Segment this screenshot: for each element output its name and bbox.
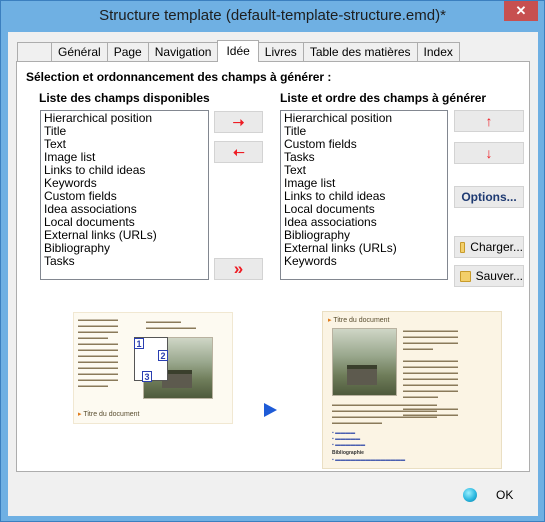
options-label: Options... bbox=[461, 190, 517, 204]
load-label: Charger... bbox=[470, 240, 523, 254]
list-item[interactable]: Title bbox=[44, 125, 205, 138]
remove-field-button[interactable]: ➝ bbox=[214, 141, 263, 163]
preview-after: ▸ Titre du document ▬▬▬▬▬▬▬▬▬▬▬ ▬▬▬▬▬▬▬▬▬… bbox=[322, 311, 502, 469]
tab-blank[interactable] bbox=[17, 42, 52, 62]
save-button[interactable]: Sauver... bbox=[454, 265, 524, 287]
arrow-up-icon: ↑ bbox=[485, 113, 493, 129]
tab-panel-idee: Sélection et ordonnancement des champs à… bbox=[16, 61, 530, 472]
preview-left-link: ▸ Titre du document bbox=[78, 410, 140, 418]
list-item[interactable]: Hierarchical position bbox=[284, 112, 444, 125]
tab-navigation[interactable]: Navigation bbox=[147, 42, 219, 62]
section-heading: Sélection et ordonnancement des champs à… bbox=[26, 70, 332, 84]
badge-2: 2 bbox=[158, 350, 168, 361]
list-item[interactable]: Hierarchical position bbox=[44, 112, 205, 125]
add-field-button[interactable]: ➝ bbox=[214, 111, 263, 133]
selected-fields-title: Liste et ordre des champs à générer bbox=[280, 91, 487, 105]
close-button[interactable]: ✕ bbox=[504, 1, 538, 21]
folder-save-icon bbox=[460, 270, 471, 282]
preview-left-link-text: Titre du document bbox=[83, 411, 140, 418]
arrow-left-icon: ➝ bbox=[232, 143, 245, 160]
move-down-button[interactable]: ↓ bbox=[454, 142, 524, 164]
list-item[interactable]: Tasks bbox=[284, 151, 444, 164]
ok-button[interactable]: OK bbox=[496, 488, 513, 502]
tab-bar: Général Page Navigation Idée Livres Tabl… bbox=[17, 40, 460, 62]
tab-general[interactable]: Général bbox=[51, 42, 108, 62]
triangle-bullet-icon: ▸ bbox=[78, 411, 82, 418]
available-fields-title: Liste des champs disponibles bbox=[39, 91, 210, 105]
preview-right-paragraph: ▬▬▬▬▬▬▬▬▬▬▬▬▬▬▬▬▬▬▬▬▬ ▬▬▬▬▬▬▬▬▬▬▬▬▬▬▬▬▬▬▬… bbox=[332, 402, 437, 426]
preview-text-block: ▬▬▬▬▬▬▬▬ ▬▬▬▬▬▬▬▬ ▬▬▬▬▬▬▬▬ ▬▬▬▬▬▬ ▬▬▬▬▬▬▬▬ ▬▬… bbox=[78, 317, 118, 389]
options-button[interactable]: Options... bbox=[454, 186, 524, 208]
badge-3: 3 bbox=[142, 371, 152, 382]
preview-caption: ▬▬▬▬▬▬▬ ▬▬▬▬▬▬▬▬▬▬ bbox=[146, 319, 196, 331]
load-button[interactable]: Charger... bbox=[454, 236, 524, 258]
house-shape bbox=[347, 365, 377, 385]
preview-right-title-text: Titre du document bbox=[333, 317, 390, 324]
ok-icon bbox=[463, 488, 477, 502]
tab-idee[interactable]: Idée bbox=[217, 40, 259, 62]
list-item[interactable]: Tasks bbox=[44, 255, 205, 268]
double-arrow-right-icon: » bbox=[233, 259, 244, 278]
window-title: Structure template (default-template-str… bbox=[99, 7, 446, 24]
preview-bibliography-label: Bibliographie bbox=[332, 450, 364, 456]
folder-open-icon bbox=[460, 241, 466, 253]
preview-right-title: ▸ Titre du document bbox=[328, 316, 390, 324]
preview-photo-right bbox=[332, 328, 397, 396]
arrow-down-icon: ↓ bbox=[485, 145, 493, 161]
add-all-fields-button[interactable]: » bbox=[214, 258, 263, 280]
preview-before: ▬▬▬▬▬▬▬▬ ▬▬▬▬▬▬▬▬ ▬▬▬▬▬▬▬▬ ▬▬▬▬▬▬ ▬▬▬▬▬▬▬▬ ▬▬… bbox=[73, 312, 233, 424]
tab-table-des-matieres[interactable]: Table des matières bbox=[302, 42, 418, 62]
selected-fields-list[interactable]: Hierarchical position Title Custom field… bbox=[280, 110, 448, 280]
dialog-client: Général Page Navigation Idée Livres Tabl… bbox=[8, 32, 538, 516]
play-arrow-icon bbox=[264, 403, 277, 417]
badge-1: 1 bbox=[134, 338, 144, 349]
move-up-button[interactable]: ↑ bbox=[454, 110, 524, 132]
list-item[interactable]: Keywords bbox=[284, 255, 444, 268]
tab-index[interactable]: Index bbox=[416, 42, 460, 62]
preview-right-links: ▪ ▬▬▬▬ ▪ ▬▬▬▬▬ ▪ ▬▬▬▬▬▬ bbox=[332, 430, 366, 448]
dialog-window: Structure template (default-template-str… bbox=[0, 0, 545, 522]
triangle-bullet-icon: ▸ bbox=[328, 317, 332, 324]
preview-bibliography-link: ▪ ▬▬▬▬▬▬▬▬▬▬▬▬▬▬ bbox=[332, 457, 406, 463]
tab-page[interactable]: Page bbox=[106, 42, 149, 62]
available-fields-list[interactable]: Hierarchical position Title Text Image l… bbox=[40, 110, 209, 280]
arrow-right-icon: ➝ bbox=[232, 113, 245, 130]
tab-livres[interactable]: Livres bbox=[257, 42, 304, 62]
save-label: Sauver... bbox=[475, 269, 523, 283]
